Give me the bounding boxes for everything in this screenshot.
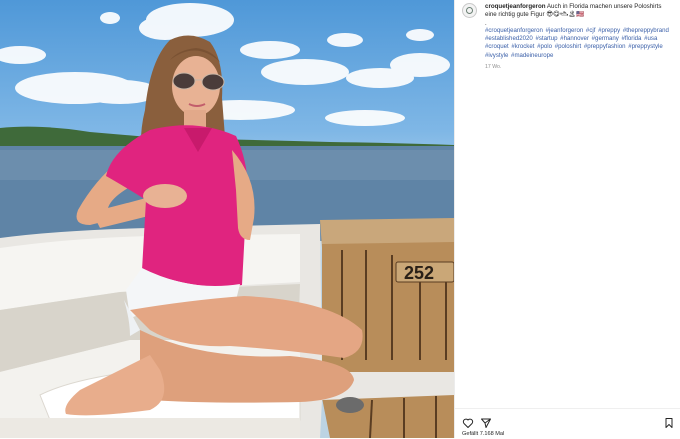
photo-scene: 252 xyxy=(0,3,454,438)
post-sidebar: croquetjeanforgeron Auch in Florida mach… xyxy=(454,0,680,438)
clouds xyxy=(0,3,450,126)
boat-number: 252 xyxy=(404,263,434,283)
post-photo[interactable]: 252 xyxy=(0,0,454,438)
post-timestamp: 17 Wo. xyxy=(485,64,502,70)
caption: croquetjeanforgeron Auch in Florida mach… xyxy=(485,3,665,20)
username-link[interactable]: croquetjeanforgeron xyxy=(485,3,546,10)
caption-row: croquetjeanforgeron Auch in Florida mach… xyxy=(462,3,674,20)
likes-count[interactable]: Gefällt 7.168 Mal xyxy=(462,431,504,437)
hashtags[interactable]: #croquetjeanforgeron #jeanforgeron #cjf … xyxy=(485,27,671,60)
brand-logo-avatar[interactable] xyxy=(462,3,477,18)
caption-emojis: 😎😋🛥🏝🇺🇸 xyxy=(546,11,585,19)
bookmark-icon[interactable] xyxy=(663,417,675,429)
paper-plane-icon[interactable] xyxy=(480,417,492,429)
heart-icon[interactable] xyxy=(462,417,474,429)
